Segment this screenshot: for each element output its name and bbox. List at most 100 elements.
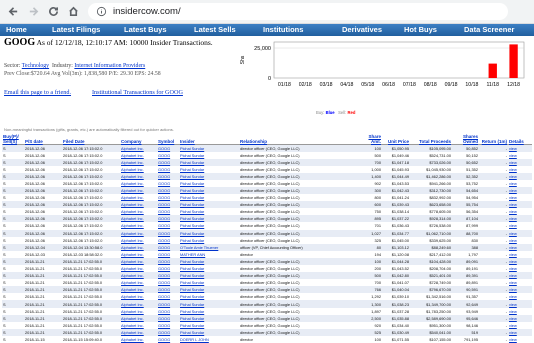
table-cell[interactable]: view: [508, 243, 532, 251]
table-cell[interactable]: GOOG: [157, 300, 179, 308]
column-header[interactable]: Company: [120, 131, 157, 145]
column-header[interactable]: Symbol: [157, 131, 179, 145]
table-cell[interactable]: Pichai Sundar: [179, 257, 239, 265]
table-cell[interactable]: Alphabet Inc.: [120, 186, 157, 195]
table-cell[interactable]: view: [508, 251, 532, 258]
table-cell[interactable]: Alphabet Inc.: [120, 152, 157, 159]
table-cell[interactable]: view: [508, 194, 532, 201]
column-header[interactable]: Details: [508, 131, 532, 145]
table-cell[interactable]: view: [508, 180, 532, 187]
table-cell[interactable]: Pichai Sundar: [179, 186, 239, 195]
menu-institutions[interactable]: Institutions: [263, 25, 303, 34]
table-cell[interactable]: view: [508, 314, 532, 322]
table-cell[interactable]: Pichai Sundar: [179, 208, 239, 215]
column-header[interactable]: Relationship: [239, 131, 363, 145]
column-header[interactable]: Buy(P)/ Sell(S): [2, 131, 24, 145]
table-cell[interactable]: Alphabet Inc.: [120, 158, 157, 166]
table-cell[interactable]: Pichai Sundar: [179, 293, 239, 300]
reload-icon[interactable]: [46, 5, 60, 19]
table-cell[interactable]: Alphabet Inc.: [120, 286, 157, 294]
email-link[interactable]: Email this page to a friend.: [4, 89, 71, 96]
table-cell[interactable]: Pichai Sundar: [179, 322, 239, 329]
table-cell[interactable]: Pichai Sundar: [179, 229, 239, 237]
table-cell[interactable]: Alphabet Inc.: [120, 194, 157, 201]
table-cell[interactable]: view: [508, 208, 532, 215]
table-cell[interactable]: Pichai Sundar: [179, 158, 239, 166]
table-cell[interactable]: GOOG: [157, 180, 179, 187]
table-cell[interactable]: GOOG: [157, 152, 179, 159]
institutional-link[interactable]: Institutional Transactions for GOOG: [92, 89, 183, 96]
table-cell[interactable]: view: [508, 265, 532, 272]
table-cell[interactable]: view: [508, 158, 532, 166]
table-cell[interactable]: view: [508, 186, 532, 195]
table-cell[interactable]: GOOG: [157, 208, 179, 215]
table-cell[interactable]: view: [508, 293, 532, 300]
table-cell[interactable]: Alphabet Inc.: [120, 243, 157, 251]
table-cell[interactable]: Pichai Sundar: [179, 201, 239, 209]
table-cell[interactable]: Alphabet Inc.: [120, 314, 157, 322]
table-cell[interactable]: Alphabet Inc.: [120, 201, 157, 209]
column-header[interactable]: Return (1m): [479, 131, 508, 145]
column-header[interactable]: Total Proceeds: [410, 131, 452, 145]
table-cell[interactable]: view: [508, 172, 532, 180]
menu-latest-buys[interactable]: Latest Buys: [124, 25, 167, 34]
menu-data-screener[interactable]: Data Screener: [464, 25, 514, 34]
table-cell[interactable]: GOOG: [157, 186, 179, 195]
info-icon[interactable]: [96, 6, 107, 17]
column-header[interactable]: Insider: [179, 131, 239, 145]
column-header[interactable]: P/S date: [24, 131, 62, 145]
table-cell[interactable]: view: [508, 308, 532, 315]
table-cell[interactable]: view: [508, 257, 532, 265]
table-cell[interactable]: Alphabet Inc.: [120, 322, 157, 329]
table-cell[interactable]: GOOG: [157, 172, 179, 180]
table-cell[interactable]: Pichai Sundar: [179, 194, 239, 201]
back-icon[interactable]: [6, 5, 20, 19]
table-cell[interactable]: Alphabet Inc.: [120, 293, 157, 300]
table-cell[interactable]: view: [508, 215, 532, 223]
table-cell[interactable]: GOOG: [157, 194, 179, 201]
sector-link[interactable]: Technology: [22, 63, 49, 69]
table-cell[interactable]: GOOG: [157, 293, 179, 300]
address-bar[interactable]: insidercow.com/: [88, 3, 508, 20]
table-cell[interactable]: GOOG: [157, 166, 179, 173]
table-cell[interactable]: view: [508, 300, 532, 308]
table-cell[interactable]: Alphabet Inc.: [120, 229, 157, 237]
table-cell[interactable]: GOOG: [157, 279, 179, 286]
table-cell[interactable]: Alphabet Inc.: [120, 279, 157, 286]
menu-derivatives[interactable]: Derivatives: [342, 25, 382, 34]
table-cell[interactable]: Alphabet Inc.: [120, 328, 157, 336]
table-cell[interactable]: Alphabet Inc.: [120, 300, 157, 308]
table-cell[interactable]: Alphabet Inc.: [120, 166, 157, 173]
table-cell[interactable]: Alphabet Inc.: [120, 336, 157, 343]
table-cell[interactable]: O'Toole Amie Thuener: [179, 243, 239, 251]
menu-hot-buys[interactable]: Hot Buys: [404, 25, 437, 34]
table-cell[interactable]: Alphabet Inc.: [120, 180, 157, 187]
table-cell[interactable]: view: [508, 336, 532, 343]
table-cell[interactable]: MATHER ANN: [179, 251, 239, 258]
table-cell[interactable]: Alphabet Inc.: [120, 222, 157, 229]
table-cell[interactable]: GOOG: [157, 201, 179, 209]
table-cell[interactable]: view: [508, 166, 532, 173]
table-cell[interactable]: Pichai Sundar: [179, 215, 239, 223]
table-cell[interactable]: Pichai Sundar: [179, 272, 239, 280]
table-cell[interactable]: GOOG: [157, 328, 179, 336]
table-cell[interactable]: GOOG: [157, 308, 179, 315]
table-cell[interactable]: Pichai Sundar: [179, 237, 239, 244]
table-cell[interactable]: Pichai Sundar: [179, 286, 239, 294]
table-cell[interactable]: GOOG: [157, 215, 179, 223]
table-cell[interactable]: Pichai Sundar: [179, 328, 239, 336]
table-cell[interactable]: Alphabet Inc.: [120, 308, 157, 315]
table-cell[interactable]: GOOG: [157, 286, 179, 294]
table-cell[interactable]: GOOG: [157, 265, 179, 272]
table-cell[interactable]: view: [508, 279, 532, 286]
forward-icon[interactable]: [26, 5, 40, 19]
table-cell[interactable]: Alphabet Inc.: [120, 208, 157, 215]
table-cell[interactable]: GOOG: [157, 257, 179, 265]
table-cell[interactable]: GOOG: [157, 322, 179, 329]
table-cell[interactable]: Alphabet Inc.: [120, 251, 157, 258]
menu-home[interactable]: Home: [6, 25, 27, 34]
table-cell[interactable]: view: [508, 229, 532, 237]
table-cell[interactable]: view: [508, 286, 532, 294]
column-header[interactable]: Filed Date: [62, 131, 120, 145]
table-cell[interactable]: view: [508, 328, 532, 336]
